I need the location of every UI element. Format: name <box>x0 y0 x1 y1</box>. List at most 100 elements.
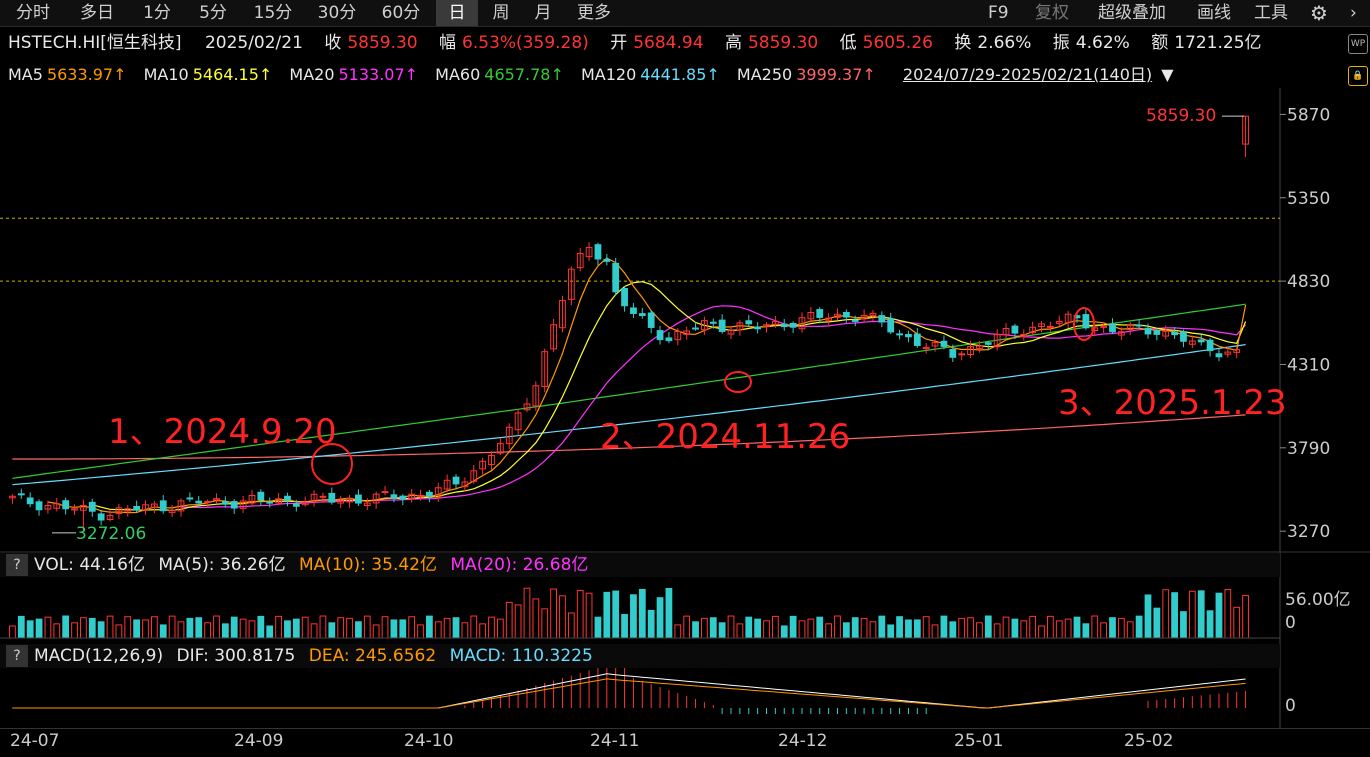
price-chart[interactable]: 3270 3790 4310 4830 5350 5870 5859.30 3272.06 1、… <box>0 88 1370 728</box>
candle-body <box>656 330 664 341</box>
volume-bar <box>1117 617 1125 639</box>
volume-bar <box>967 617 974 639</box>
candle-body <box>816 309 824 318</box>
volume-bar <box>851 617 859 639</box>
candle-body <box>789 322 797 328</box>
volume-bar <box>834 615 841 639</box>
high-price-label: 5859.30 <box>1146 106 1216 126</box>
f9-button[interactable]: F9 <box>988 0 1009 26</box>
volume-bar <box>754 618 762 639</box>
tab-3[interactable]: 5分 <box>186 0 240 26</box>
tab-7[interactable]: 日 <box>436 0 478 26</box>
volume-bar <box>461 622 469 639</box>
tools-button[interactable]: 工具 <box>1254 0 1288 26</box>
volume-bar <box>727 615 735 639</box>
volume-bar <box>159 624 167 639</box>
volume-bar <box>17 615 25 639</box>
tab-4[interactable]: 15分 <box>242 0 304 26</box>
ma10-label: MA10 <box>143 65 189 84</box>
volume-bar <box>860 617 868 639</box>
ma20-label: MA20 <box>289 65 335 84</box>
date-range-selector[interactable]: 2024/07/29-2025/02/21(140日) <box>903 65 1152 84</box>
candle-body <box>603 258 611 262</box>
tab-9[interactable]: 月 <box>522 0 564 26</box>
tab-10[interactable]: 更多 <box>566 0 622 26</box>
volume-bar <box>523 587 531 639</box>
chevron-down-icon[interactable]: ▼ <box>1156 65 1173 84</box>
dif-line <box>12 673 1246 709</box>
candle-body <box>1011 325 1019 334</box>
candle-body <box>452 476 460 485</box>
change-value: 6.53%(359.28) <box>462 33 589 53</box>
fuquan-button[interactable]: 复权 <box>1035 0 1069 26</box>
wp-icon[interactable]: WP <box>1348 34 1368 54</box>
candle-body <box>1171 331 1178 336</box>
annotation-circle <box>724 371 752 393</box>
volume-bar <box>736 623 744 639</box>
volume-bar <box>896 616 903 639</box>
candle-body <box>647 312 655 328</box>
candle-body <box>221 501 229 505</box>
chevron-right-icon[interactable]: › <box>1350 0 1357 26</box>
volume-bar <box>638 588 646 639</box>
vol-axis-top: 56.00亿 <box>1285 590 1351 610</box>
amount-value: 1721.25亿 <box>1174 33 1262 53</box>
candle-body <box>230 501 238 509</box>
x-tick-label: 24-09 <box>234 731 284 751</box>
gear-icon[interactable]: ⚙ <box>1310 0 1328 26</box>
volume-bar <box>1100 622 1108 639</box>
vol-axis-zero: 0 <box>1285 613 1296 633</box>
candle-body <box>1144 327 1152 335</box>
volume-bar <box>701 617 708 639</box>
volume-bar <box>674 624 682 639</box>
candle-body <box>1206 339 1214 352</box>
overlay-button[interactable]: 超级叠加 <box>1098 0 1166 26</box>
tab-6[interactable]: 60分 <box>370 0 432 26</box>
candle-body <box>204 501 211 504</box>
help-icon[interactable]: ? <box>6 554 28 576</box>
tab-8[interactable]: 周 <box>480 0 522 26</box>
volume-bar <box>275 615 282 639</box>
candle-body <box>692 327 699 330</box>
volume-bar <box>355 621 362 639</box>
date-axis: 24-07 24-09 24-10 24-11 24-12 25-01 25-02 <box>0 728 1370 757</box>
tab-1[interactable]: 多日 <box>66 0 128 26</box>
candle-body <box>1153 330 1161 335</box>
x-tick-label: 24-10 <box>404 731 454 751</box>
volume-bar <box>692 621 699 639</box>
volume-bar <box>576 589 584 639</box>
candle-body <box>390 494 398 499</box>
volume-bar <box>976 622 983 639</box>
help-icon[interactable]: ? <box>6 645 28 667</box>
volume-bar <box>1091 615 1099 639</box>
volume-bar <box>1197 590 1205 639</box>
candle-body <box>186 497 194 500</box>
tab-2[interactable]: 1分 <box>130 0 184 26</box>
tab-5[interactable]: 30分 <box>306 0 368 26</box>
lock-icon[interactable]: 🔒 <box>1348 66 1368 86</box>
volume-bar <box>940 615 948 639</box>
volume-bar <box>426 615 433 639</box>
high-label: 高 <box>724 33 742 53</box>
candle-body <box>328 492 336 503</box>
volume-bar <box>612 590 620 639</box>
tab-0[interactable]: 分时 <box>2 0 64 26</box>
volume-bar <box>88 617 96 639</box>
ma5-value: 5633.97↑ <box>46 65 127 84</box>
candle-body <box>887 318 895 333</box>
ma250-label: MA250 <box>736 65 793 84</box>
draw-line-button[interactable]: 画线 <box>1197 0 1231 26</box>
turnover-value: 2.66% <box>977 33 1032 53</box>
low-value: 5605.26 <box>862 33 933 53</box>
volume-bar <box>80 617 87 639</box>
candle-body <box>1215 353 1223 358</box>
candle-body <box>949 348 957 358</box>
candle-body <box>195 500 203 504</box>
volume-bar <box>496 618 504 639</box>
macd-dea: DEA: 245.6562 <box>308 646 437 666</box>
candle-body <box>399 495 407 500</box>
period-toolbar: 分时 多日 1分 5分 15分 30分 60分日周月更多 F9 复权 超级叠加 画线 工具 … <box>0 0 1370 27</box>
volume-bar <box>230 616 238 639</box>
candle-body <box>905 333 912 338</box>
volume-bar <box>771 615 779 639</box>
